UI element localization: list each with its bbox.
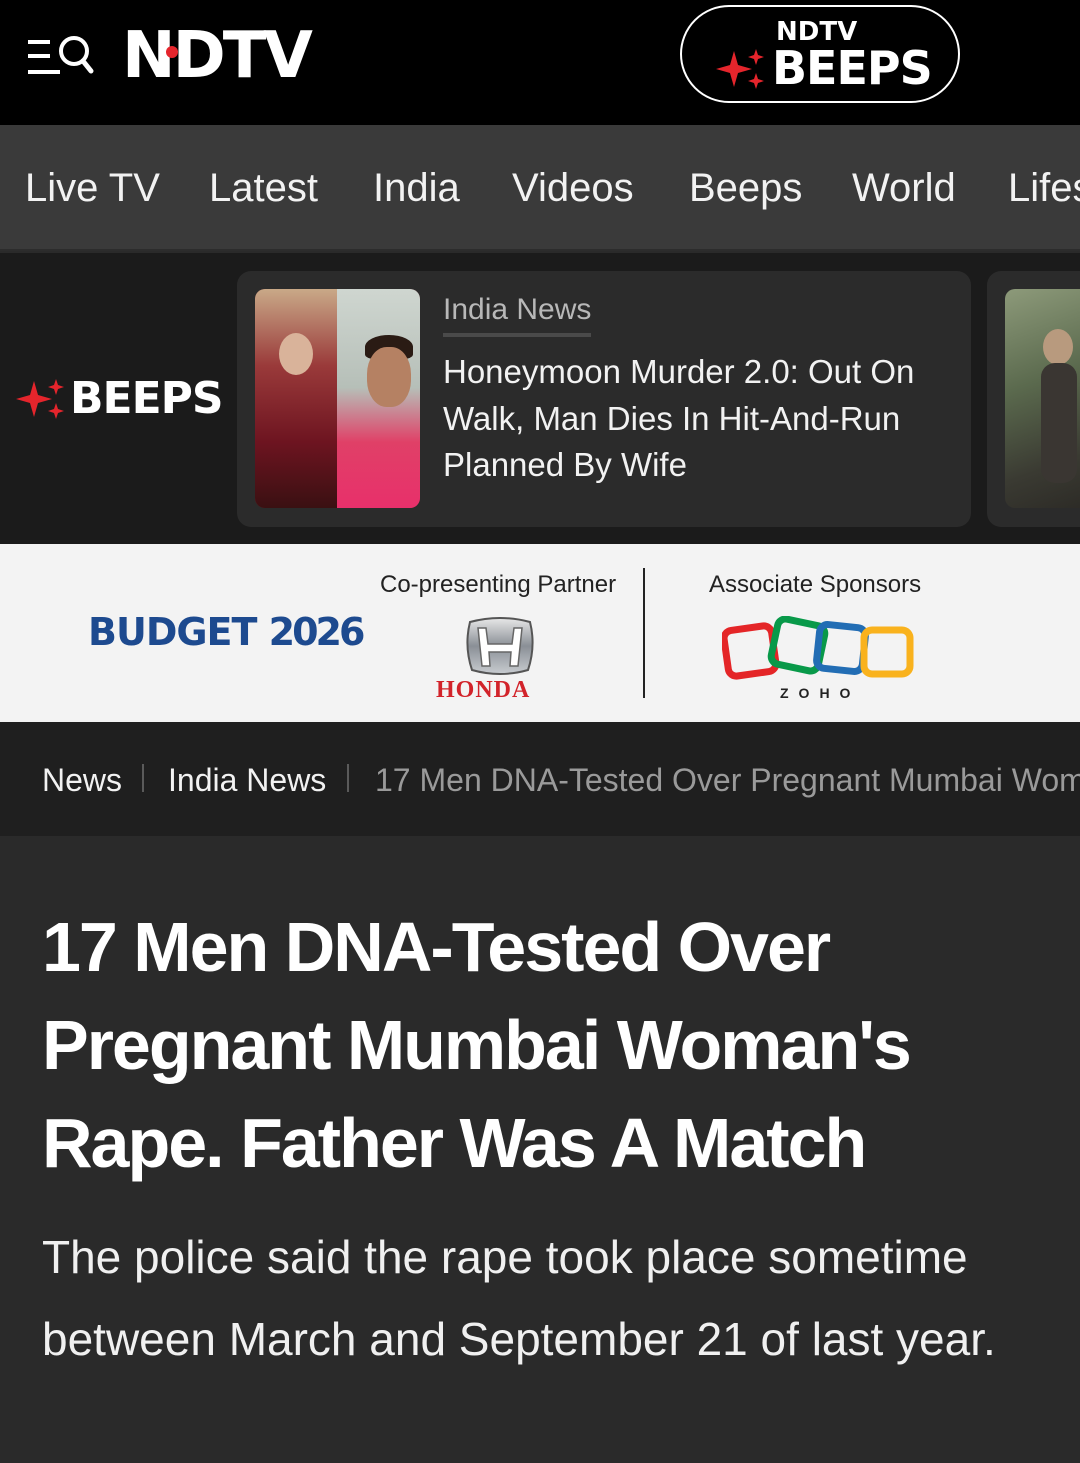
ndtv-logo[interactable]: NDTV	[122, 24, 313, 88]
article: 17 Men DNA-Tested Over Pregnant Mumbai W…	[0, 836, 1080, 1463]
story-thumbnail	[1005, 289, 1080, 508]
article-summary: The police said the rape took place some…	[42, 1231, 996, 1365]
article-headline: 17 Men DNA-Tested Over Pregnant Mumbai W…	[42, 908, 912, 1182]
logo-red-dot	[166, 46, 178, 58]
story-thumbnail	[255, 289, 420, 508]
beeps-story-card[interactable]: India News Honeymoon Murder 2.0: Out On …	[237, 271, 971, 527]
nav-item-world[interactable]: World	[852, 165, 956, 211]
beeps-button[interactable]: NDTV BEEPS	[680, 5, 960, 103]
story-category[interactable]: India News	[443, 291, 592, 337]
breadcrumb-separator	[142, 764, 144, 792]
breadcrumb-separator	[347, 764, 349, 792]
nav-item-india[interactable]: India	[373, 165, 460, 211]
story-title[interactable]: Honeymoon Murder 2.0: Out On Walk, Man D…	[443, 349, 953, 489]
zoho-logo-icon	[722, 616, 914, 680]
beeps-strip-logo[interactable]: BEEPS	[16, 373, 226, 429]
top-header: NDTV NDTV BEEPS	[0, 0, 1080, 125]
copresenting-label: Co-presenting Partner	[380, 571, 617, 598]
nav-item-beeps[interactable]: Beeps	[689, 165, 802, 211]
honda-wordmark: HONDA	[436, 677, 531, 703]
nav-item-latest[interactable]: Latest	[209, 165, 318, 211]
nav-item-lifestyle[interactable]: Lifes	[1008, 165, 1080, 211]
budget-2026-logo: BUDGET 2026	[88, 610, 365, 654]
associate-sponsors-label: Associate Sponsors	[709, 571, 922, 598]
breadcrumb: News India News 17 Men DNA-Tested Over P…	[0, 722, 1080, 836]
zoho-wordmark: ZOHO	[780, 685, 861, 701]
beeps-story-card-next[interactable]	[987, 271, 1080, 527]
honda-logo-icon	[466, 617, 534, 675]
menu-search-icon[interactable]	[26, 34, 94, 80]
sparkle-icon	[716, 49, 764, 89]
sponsor-banner[interactable]: BUDGET 2026 Co-presenting Partner HONDA …	[0, 544, 1080, 722]
breadcrumb-news[interactable]: News	[42, 760, 122, 800]
beeps-strip-label: BEEPS	[70, 373, 224, 424]
sparkle-icon	[16, 379, 64, 419]
beeps-pill-label: BEEPS	[772, 41, 933, 95]
breadcrumb-current: 17 Men DNA-Tested Over Pregnant Mumbai W…	[375, 762, 1080, 798]
nav-item-videos[interactable]: Videos	[512, 165, 634, 211]
breadcrumb-india-news[interactable]: India News	[168, 760, 326, 800]
sponsor-divider	[643, 568, 645, 698]
nav-item-live-tv[interactable]: Live TV	[25, 165, 160, 211]
beeps-strip: BEEPS India News Honeymoon Murder 2.0: O…	[0, 253, 1080, 544]
main-nav: Live TV Latest India Videos Beeps World …	[0, 125, 1080, 251]
